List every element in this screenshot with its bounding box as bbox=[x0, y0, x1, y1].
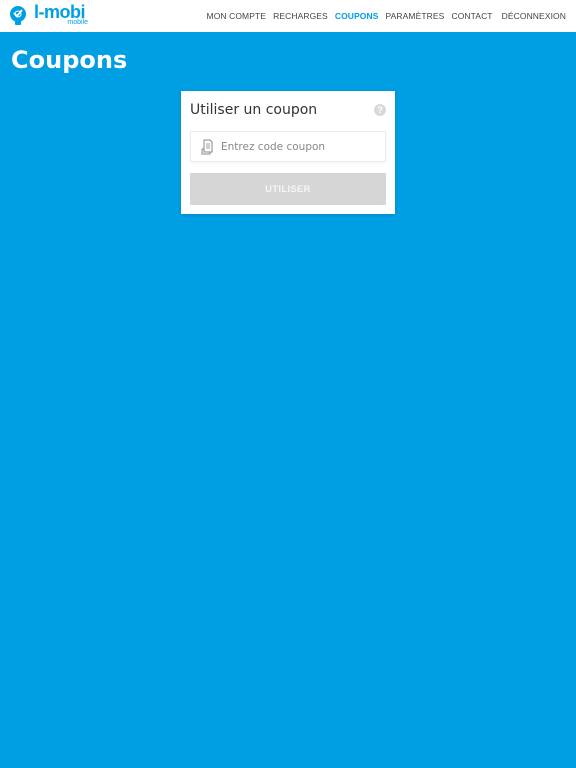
top-navbar: l-mobi mobile MON COMPTE RECHARGES COUPO… bbox=[0, 0, 576, 32]
coupon-field bbox=[190, 131, 386, 162]
nav-parametres[interactable]: PARAMÈTRES bbox=[386, 11, 445, 21]
page-title: Coupons bbox=[11, 46, 128, 74]
question-icon[interactable]: ? bbox=[374, 104, 386, 116]
nav-recharges[interactable]: RECHARGES bbox=[273, 11, 328, 21]
nav-contact[interactable]: CONTACT bbox=[451, 11, 492, 21]
brand-logo[interactable]: l-mobi mobile bbox=[8, 2, 92, 28]
lightbulb-logo-icon bbox=[10, 6, 26, 25]
use-coupon-button[interactable]: UTILISER bbox=[190, 173, 386, 205]
coupon-card: Utiliser un coupon ? UTILISER bbox=[181, 91, 395, 214]
nav-mon-compte[interactable]: MON COMPTE bbox=[207, 11, 267, 21]
logo-tagline: mobile bbox=[67, 19, 88, 26]
receipt-icon bbox=[201, 139, 213, 154]
coupon-input[interactable] bbox=[221, 132, 385, 161]
logo-wordmark: l-mobi mobile bbox=[34, 2, 90, 28]
nav-coupons[interactable]: COUPONS bbox=[335, 11, 379, 21]
nav-deconnexion[interactable]: DÉCONNEXION bbox=[502, 11, 566, 21]
card-title: Utiliser un coupon bbox=[190, 102, 318, 118]
main-nav: MON COMPTE RECHARGES COUPONS PARAMÈTRES … bbox=[200, 0, 566, 32]
